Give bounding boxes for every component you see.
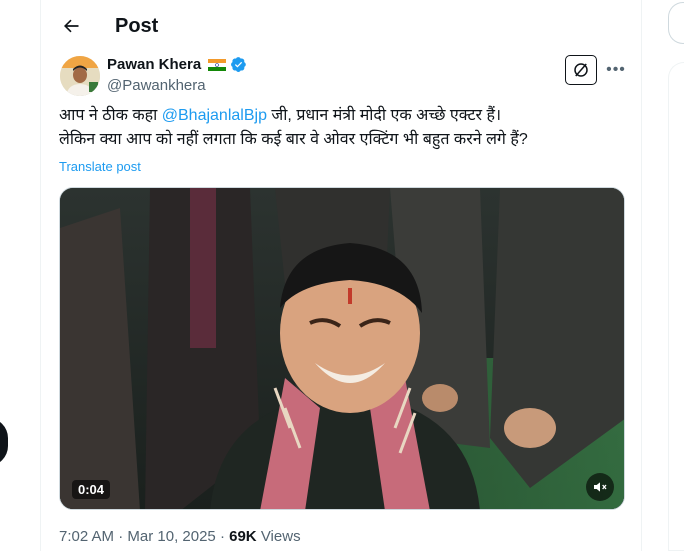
author-name[interactable]: Pawan Khera xyxy=(107,55,201,74)
sidebar-panel-edge xyxy=(668,62,684,551)
tweet-text-suffix: जी, प्रधान मंत्री मोदी एक अच्छे एक्टर है… xyxy=(266,107,502,124)
translate-post-link[interactable]: Translate post xyxy=(59,158,141,176)
video-frame xyxy=(60,188,624,509)
post-date[interactable]: Mar 10, 2025 xyxy=(127,528,215,545)
grok-icon xyxy=(574,63,588,77)
tweet-text-prefix: आप ने ठीक कहा xyxy=(59,107,162,124)
post-header: Post xyxy=(41,0,641,52)
video-timer: 0:04 xyxy=(72,480,111,499)
views-count: 69K xyxy=(229,528,257,545)
arrow-left-icon xyxy=(64,19,79,33)
views-label: Views xyxy=(256,528,301,545)
post-meta: 7:02 AM · Mar 10, 2025 · 69K Views xyxy=(59,527,301,547)
verified-badge-icon xyxy=(231,57,247,72)
author-name-row[interactable]: Pawan Khera xyxy=(107,55,247,74)
tweet-text: आप ने ठीक कहा @BhajanlalBjp जी, प्रधान म… xyxy=(59,104,629,152)
post-column: Post Pawan Khera @Pawankhera ••• आप ने ठ… xyxy=(40,0,642,551)
avatar[interactable] xyxy=(60,56,100,96)
post-time[interactable]: 7:02 AM xyxy=(59,528,114,545)
tweet-line-1: आप ने ठीक कहा @BhajanlalBjp जी, प्रधान म… xyxy=(59,104,629,128)
tweet-line-2: लेकिन क्या आप को नहीं लगता कि कई बार वे … xyxy=(59,131,528,148)
india-flag-icon xyxy=(208,58,227,71)
video-player[interactable]: 0:04 xyxy=(59,187,625,510)
mute-icon xyxy=(594,482,607,492)
author-handle[interactable]: @Pawankhera xyxy=(107,76,206,95)
more-button[interactable]: ••• xyxy=(604,58,628,82)
meta-separator-2: · xyxy=(215,528,230,545)
mention-link[interactable]: @BhajanlalBjp xyxy=(162,107,267,124)
search-box-edge[interactable] xyxy=(668,2,684,44)
floating-button[interactable] xyxy=(0,418,8,466)
meta-separator: · xyxy=(114,528,128,545)
mute-button[interactable] xyxy=(586,473,614,501)
page-title: Post xyxy=(115,15,159,37)
more-icon: ••• xyxy=(606,61,626,78)
grok-button[interactable] xyxy=(565,55,597,85)
page: Post Pawan Khera @Pawankhera ••• आप ने ठ… xyxy=(0,0,684,551)
back-button[interactable] xyxy=(55,10,87,42)
